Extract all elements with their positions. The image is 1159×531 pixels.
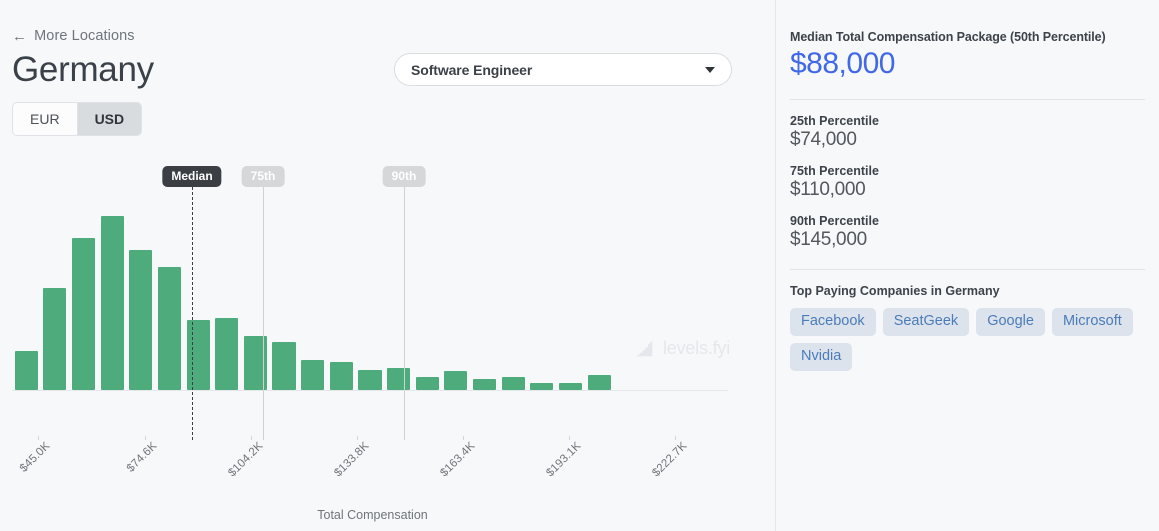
back-link-label: More Locations: [34, 28, 135, 44]
currency-option-usd[interactable]: USD: [77, 103, 142, 135]
percentile-value: $110,000: [790, 179, 1145, 201]
x-axis-tick-mark: [357, 436, 358, 440]
x-axis-tick-mark: [145, 436, 146, 440]
back-to-more-locations-link[interactable]: ← More Locations: [12, 28, 135, 44]
percentile-value: $145,000: [790, 229, 1145, 251]
page-title: Germany: [12, 50, 154, 90]
x-axis-tick-label: $104.2K: [226, 440, 265, 479]
currency-toggle[interactable]: EUR USD: [12, 102, 142, 136]
percentile-marker-90th[interactable]: 90th: [383, 166, 426, 187]
histogram-bar[interactable]: [530, 383, 553, 390]
compensation-page: ← More Locations Germany EUR USD Softwar…: [0, 0, 1159, 531]
histogram-bar[interactable]: [330, 362, 353, 390]
percentile-label: 25th Percentile: [790, 114, 1145, 128]
x-axis-tick-label: $193.1K: [544, 440, 583, 479]
percentile-row: 75th Percentile$110,000: [790, 164, 1145, 201]
percentile-value: $74,000: [790, 129, 1145, 151]
histogram-bar[interactable]: [416, 377, 439, 390]
percentile-marker-75th[interactable]: 75th: [242, 166, 285, 187]
role-select[interactable]: Software Engineer: [394, 53, 732, 86]
histogram-bar[interactable]: [15, 351, 38, 390]
histogram-bar[interactable]: [559, 383, 582, 390]
top-companies-title: Top Paying Companies in Germany: [790, 284, 1145, 298]
percentile-marker-median[interactable]: Median: [162, 166, 221, 187]
histogram-bar[interactable]: [387, 368, 410, 390]
chevron-down-icon: [705, 67, 715, 73]
role-select-value: Software Engineer: [411, 62, 705, 78]
percentile-row: 90th Percentile$145,000: [790, 214, 1145, 251]
stats-sidebar: Median Total Compensation Package (50th …: [776, 0, 1159, 531]
percentile-guide-line: [404, 187, 405, 440]
histogram-bar[interactable]: [43, 288, 66, 390]
chart-baseline: [12, 390, 728, 391]
company-chip[interactable]: Microsoft: [1052, 308, 1133, 336]
histogram-bar[interactable]: [272, 342, 295, 390]
x-axis-tick-mark: [569, 436, 570, 440]
histogram-bar[interactable]: [358, 370, 381, 390]
company-chip[interactable]: Facebook: [790, 308, 876, 336]
percentile-label: 90th Percentile: [790, 214, 1145, 228]
histogram-bar[interactable]: [444, 371, 467, 390]
x-axis-tick-label: $222.7K: [650, 440, 689, 479]
histogram-bar[interactable]: [301, 360, 324, 390]
histogram-bar[interactable]: [101, 216, 124, 390]
percentile-label: 75th Percentile: [790, 164, 1145, 178]
x-axis-tick-label: $163.4K: [438, 440, 477, 479]
sidebar-divider-2: [790, 269, 1145, 270]
median-value: $88,000: [790, 47, 1145, 81]
histogram-bar[interactable]: [473, 379, 496, 390]
sidebar-divider-1: [790, 99, 1145, 100]
chart-bars: [12, 150, 728, 390]
x-axis-label: Total Compensation: [0, 508, 745, 522]
top-companies-chips: FacebookSeatGeekGoogleMicrosoft Nvidia: [790, 308, 1145, 371]
x-axis-tick-label: $74.6K: [125, 440, 160, 475]
x-axis-tick-mark: [251, 436, 252, 440]
x-axis-tick-label: $133.8K: [332, 440, 371, 479]
percentile-row: 25th Percentile$74,000: [790, 114, 1145, 151]
percentile-list: 25th Percentile$74,000 75th Percentile$11…: [790, 114, 1145, 251]
company-chip[interactable]: Nvidia: [790, 343, 852, 371]
main-content: ← More Locations Germany EUR USD Softwar…: [0, 0, 775, 531]
histogram-bar[interactable]: [72, 238, 95, 390]
histogram-bar[interactable]: [588, 375, 611, 390]
histogram-bar[interactable]: [215, 318, 238, 390]
percentile-guide-line: [263, 187, 264, 440]
currency-option-eur[interactable]: EUR: [13, 103, 77, 135]
company-chip[interactable]: Google: [976, 308, 1045, 336]
x-axis-tick-mark: [38, 436, 39, 440]
arrow-left-icon: ←: [12, 29, 27, 44]
median-caption: Median Total Compensation Package (50th …: [790, 30, 1145, 44]
histogram-bar[interactable]: [502, 377, 525, 390]
histogram-bar[interactable]: [158, 267, 181, 390]
percentile-guide-line: [192, 187, 193, 440]
x-axis-tick-mark: [463, 436, 464, 440]
compensation-histogram: levels.fyi $45.0K$74.6K$104.2K$133.8K$16…: [0, 150, 775, 531]
histogram-bar[interactable]: [187, 320, 210, 390]
histogram-bar[interactable]: [129, 250, 152, 390]
x-axis-tick-label: $45.0K: [18, 440, 53, 475]
chart-x-axis-ticks: $45.0K $74.6K $104.2K $133.8K $163.4K $193.1K…: [12, 440, 728, 500]
company-chip[interactable]: SeatGeek: [883, 308, 970, 336]
x-axis-tick-mark: [675, 436, 676, 440]
chart-plot-area: levels.fyi $45.0K$74.6K$104.2K$133.8K$16…: [12, 150, 728, 440]
